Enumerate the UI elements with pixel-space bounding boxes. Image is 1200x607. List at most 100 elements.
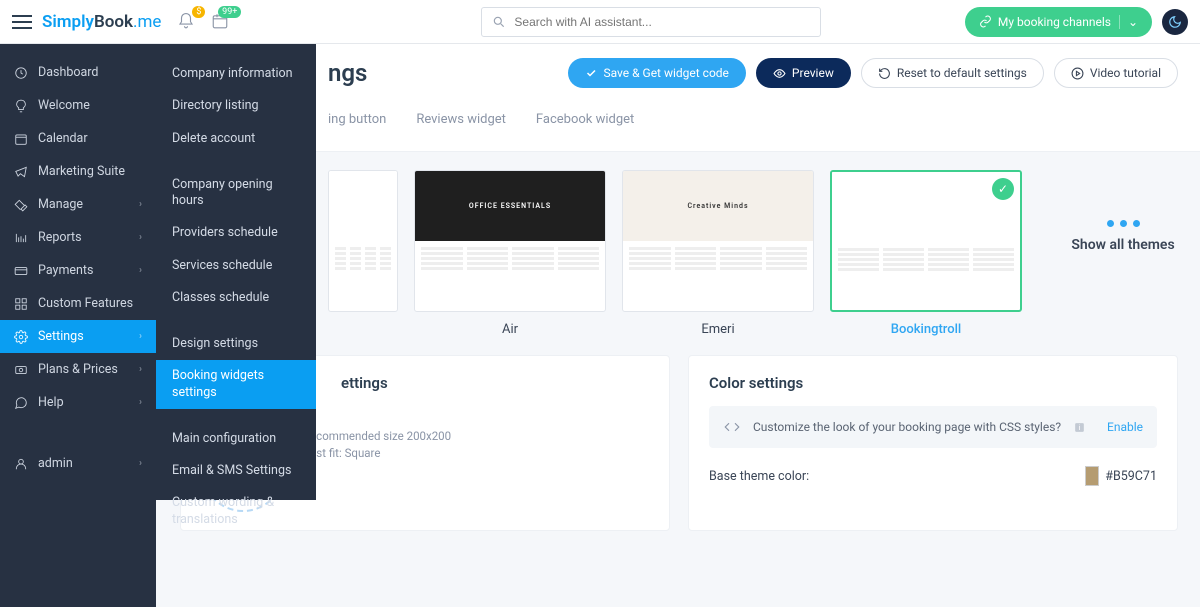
submenu-item[interactable]: Services schedule: [156, 250, 316, 282]
sidebar-item-manage[interactable]: Manage ›: [0, 188, 156, 221]
submenu-item[interactable]: Company information: [156, 58, 316, 90]
chevron-right-icon: ›: [139, 364, 142, 375]
save-button[interactable]: Save & Get widget code: [568, 58, 745, 88]
check-icon: [585, 67, 597, 79]
moon-icon: [1168, 15, 1182, 29]
sidebar-item-marketing-suite[interactable]: Marketing Suite: [0, 155, 156, 188]
themes-row: OFFICE ESSENTIALSAirCreative MindsEmeri✓…: [328, 170, 1200, 337]
nav-label: Reports: [38, 230, 82, 245]
booking-channels-button[interactable]: My booking channels ⌄: [965, 7, 1152, 37]
review-panel-title: ettings: [341, 374, 649, 392]
tabs: ing button Reviews widget Facebook widget: [328, 112, 1178, 127]
submenu-item[interactable]: Classes schedule: [156, 282, 316, 314]
nav-label: Payments: [38, 263, 93, 278]
chevron-right-icon: ›: [139, 232, 142, 243]
sidebar-item-welcome[interactable]: Welcome: [0, 89, 156, 122]
logo[interactable]: SimplyBook.me: [42, 12, 161, 32]
theme-card[interactable]: [328, 170, 398, 312]
submenu-item[interactable]: Delete account: [156, 123, 316, 155]
submenu-item[interactable]: Main configuration: [156, 423, 316, 455]
submenu-item[interactable]: Design settings: [156, 328, 316, 360]
tab[interactable]: Reviews widget: [416, 112, 506, 127]
sidebar-item-payments[interactable]: Payments ›: [0, 254, 156, 287]
nav-icon: [14, 198, 28, 212]
search-input[interactable]: [514, 15, 810, 29]
sidebar-item-admin[interactable]: admin ›: [0, 447, 156, 480]
check-icon: ✓: [992, 178, 1014, 200]
nav-label: Plans & Prices: [38, 362, 118, 377]
search-icon: [492, 15, 506, 29]
base-color-value: #B59C71: [1105, 469, 1157, 484]
tab[interactable]: ing button: [328, 112, 386, 127]
badge-notif: 99+: [218, 6, 241, 18]
nav-icon: [14, 66, 28, 80]
sidebar-item-settings[interactable]: Settings›: [0, 320, 156, 353]
logo-part3: .me: [133, 12, 161, 32]
submenu-item[interactable]: Custom wording & translations: [156, 487, 316, 536]
theme-name: Emeri: [622, 322, 814, 337]
sidebar-item-custom-features[interactable]: Custom Features: [0, 287, 156, 320]
base-color-label: Base theme color:: [709, 469, 809, 484]
play-icon: [1071, 67, 1084, 80]
bell-icon[interactable]: $: [177, 12, 197, 32]
css-enable-link[interactable]: Enable: [1107, 420, 1143, 434]
submenu-item[interactable]: Email & SMS Settings: [156, 455, 316, 487]
video-tutorial-button[interactable]: Video tutorial: [1054, 58, 1178, 88]
theme-card[interactable]: ✓Clean & GreenBookingtroll: [830, 170, 1022, 337]
chevron-right-icon: ›: [139, 458, 142, 469]
theme-card[interactable]: OFFICE ESSENTIALSAir: [414, 170, 606, 337]
submenu-item[interactable]: Providers schedule: [156, 217, 316, 249]
info-icon[interactable]: i: [1073, 421, 1086, 434]
sidebar: DashboardWelcomeCalendarMarketing SuiteM…: [0, 44, 156, 607]
color-panel-title: Color settings: [709, 374, 1157, 392]
sidebar-item-dashboard[interactable]: Dashboard: [0, 56, 156, 89]
reset-icon: [878, 67, 891, 80]
sidebar-item-help[interactable]: Help ›: [0, 386, 156, 419]
theme-card[interactable]: Creative MindsEmeri: [622, 170, 814, 337]
nav-label: Custom Features: [38, 296, 133, 311]
calendar-icon[interactable]: 99+: [211, 12, 231, 32]
badge-sms: $: [192, 6, 205, 18]
nav-label: admin: [38, 456, 73, 471]
chevron-right-icon: ›: [139, 199, 142, 210]
nav-label: Manage: [38, 197, 83, 212]
review-image-meta: Recommended size 200x200 Best fit: Squar…: [303, 428, 451, 463]
color-swatch: [1085, 466, 1099, 486]
submenu-item[interactable]: Booking widgets settings: [156, 360, 316, 409]
nav-label: Welcome: [38, 98, 90, 113]
nav-icon: [14, 132, 28, 146]
tab[interactable]: Facebook widget: [536, 112, 634, 127]
channels-label: My booking channels: [998, 15, 1111, 29]
dark-mode-toggle[interactable]: [1162, 9, 1188, 35]
css-customize-bar: Customize the look of your booking page …: [709, 406, 1157, 448]
link-icon: [979, 15, 992, 28]
logo-part2: Book: [94, 12, 133, 32]
nav-icon: [14, 330, 28, 344]
theme-name: Bookingtroll: [830, 322, 1022, 337]
sidebar-item-plans-prices[interactable]: Plans & Prices ›: [0, 353, 156, 386]
settings-submenu: Company informationDirectory listingDele…: [156, 44, 316, 500]
reset-button[interactable]: Reset to default settings: [861, 58, 1044, 88]
nav-label: Help: [38, 395, 64, 410]
chevron-right-icon: ›: [139, 265, 142, 276]
theme-name: Air: [414, 322, 606, 337]
code-icon: [723, 418, 741, 436]
eye-icon: [773, 67, 786, 80]
show-all-themes[interactable]: Show all themes: [1038, 170, 1200, 253]
submenu-item[interactable]: Company opening hours: [156, 169, 316, 218]
sidebar-item-reports[interactable]: Reports ›: [0, 221, 156, 254]
search-box[interactable]: [481, 7, 821, 37]
nav-icon: [14, 297, 28, 311]
nav-icon: [14, 457, 28, 471]
logo-part1: Simply: [42, 12, 94, 32]
sidebar-item-calendar[interactable]: Calendar: [0, 122, 156, 155]
preview-button[interactable]: Preview: [756, 58, 851, 88]
menu-toggle[interactable]: [12, 15, 32, 29]
chevron-down-icon: ⌄: [1119, 15, 1138, 29]
nav-icon: [14, 363, 28, 377]
dots-icon: [1107, 220, 1140, 227]
base-color-picker[interactable]: #B59C71: [1085, 466, 1157, 486]
nav-icon: [14, 396, 28, 410]
chevron-right-icon: ›: [139, 397, 142, 408]
submenu-item[interactable]: Directory listing: [156, 90, 316, 122]
